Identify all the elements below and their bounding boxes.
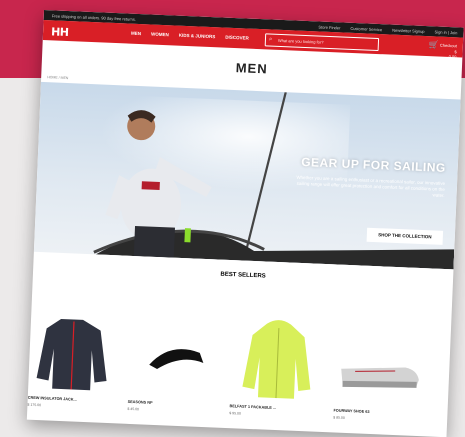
product-name: SEASONS NP <box>127 399 153 405</box>
product-name: CREW INSULATOR JACK... <box>27 395 77 402</box>
product-name: FOURWAY SHOE 63 <box>333 408 370 414</box>
cart-label: Checkout <box>439 42 457 49</box>
nav-discover[interactable]: DISCOVER <box>225 35 249 41</box>
product-image-shoe <box>341 367 419 388</box>
newsletter-signup-link[interactable]: Newsletter Signup <box>392 28 425 34</box>
product-image-jacket <box>36 318 107 391</box>
product-image-packable-jacket <box>242 320 311 399</box>
customer-service-link[interactable]: Customer Service <box>350 26 382 32</box>
main-nav: MEN WOMEN KIDS & JUNIORS DISCOVER <box>131 31 249 41</box>
product-carousel: CREW INSULATOR JACK... $ 175.00 SEASONS … <box>27 308 451 435</box>
jacket-logo-patch <box>141 181 160 190</box>
product-name: BELFAST 1 PACKABLE ... <box>229 404 277 411</box>
search-input[interactable]: ⌕ What are you looking for? <box>264 33 380 52</box>
search-placeholder: What are you looking for? <box>277 37 324 45</box>
product-card[interactable]: FOURWAY SHOE 63 $ 85.00 <box>333 321 427 420</box>
hero-banner: GEAR UP FOR SAILING Whether you are a sa… <box>33 81 461 270</box>
product-price: $ 45.00 <box>127 406 140 412</box>
store-finder-link[interactable]: Store Finder <box>318 25 340 31</box>
nav-kids-juniors[interactable]: KIDS & JUNIORS <box>179 33 216 40</box>
mast-pole <box>242 91 287 261</box>
nav-men[interactable]: MEN <box>131 31 141 36</box>
search-icon: ⌕ <box>268 36 273 43</box>
product-card[interactable]: CREW INSULATOR JACK... $ 175.00 <box>27 308 122 407</box>
product-price: $ 85.00 <box>333 415 345 420</box>
cart-total: $ 0.00 <box>448 49 457 60</box>
website-screenshot: Free shipping on all orders. 90 day free… <box>26 10 464 437</box>
brand-logo[interactable]: HH <box>51 25 69 39</box>
best-sellers-title: BEST SELLERS <box>220 271 266 280</box>
sailor-trousers <box>133 226 175 258</box>
product-card[interactable]: SEASONS NP $ 45.00 <box>127 312 222 411</box>
nav-women[interactable]: WOMEN <box>151 32 169 38</box>
product-price: $ 175.00 <box>27 402 42 408</box>
cart-icon: 🛒 <box>428 40 440 50</box>
product-image-cap <box>149 349 204 370</box>
product-card[interactable]: BELFAST 1 PACKABLE ... $ 95.00 <box>229 316 324 416</box>
product-price: $ 95.00 <box>229 411 242 416</box>
sign-in-link[interactable]: Sign in | Join <box>434 29 457 35</box>
neon-strap <box>184 228 191 243</box>
